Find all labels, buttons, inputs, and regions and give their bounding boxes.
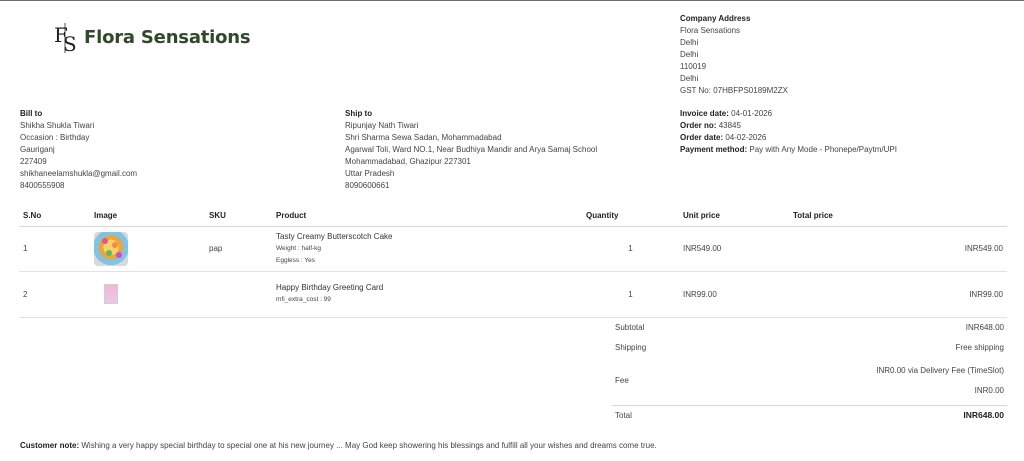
bill-to-email: shikhaneelamshukla@gmail.com [20,169,138,178]
total-row: Total INR648.00 [612,404,1007,425]
shipping-label: Shipping [615,342,647,352]
order-items-table: S.No Image SKU Product Quantity Unit pri… [19,205,1007,318]
shipping-value: Free shipping [955,342,1004,352]
row-quantity: 1 [582,271,679,318]
gst-value: 07HBFPS0189M2ZX [713,86,788,95]
ship-to-line: Agarwal Toli, Ward NO.1, Near Budhiya Ma… [345,145,598,154]
ship-to: Ship to Ripunjay Nath Tiwari Shri Sharma… [345,108,597,192]
company-line: Delhi [680,74,699,83]
row-image-cell [90,226,205,272]
order-number: Order no: 43845 [680,120,897,132]
fee-label: Fee [615,376,629,386]
header-product: Product [272,205,582,227]
product-meta: mfi_extra_cost : 99 [276,296,331,303]
total-label: Total [612,404,698,425]
row-product: Happy Birthday Greeting Card mfi_extra_c… [272,271,582,318]
table-row: 2 Happy Birthday Greeting Card mfi_extra… [19,271,1007,318]
gst-number: GST No: 07HBFPS0189M2ZX [680,85,788,97]
ship-to-line: Ripunjay Nath Tiwari [345,121,419,130]
row-sno: 1 [19,226,90,272]
header-unit-price: Unit price [679,205,789,227]
company-line: Flora Sensations [680,26,741,35]
shipping-row: Shipping Free shipping [612,337,1007,357]
ship-to-line: Uttar Pradesh [345,169,395,178]
total-value: INR648.00 [697,404,1007,425]
header-sku: SKU [205,205,272,227]
bill-to-phone: 8400555908 [20,181,65,190]
product-name: Happy Birthday Greeting Card [276,283,384,292]
company-line: Delhi [680,38,699,47]
order-date-value: 04-02-2026 [725,133,767,142]
row-product: Tasty Creamy Butterscotch Cake Weight : … [272,226,582,272]
invoice-date: Invoice date: 04-01-2026 [680,108,897,120]
bill-to-line: Shikha Shukla Tiwari [20,121,95,130]
customer-note-text: Wishing a very happy special birthday to… [81,441,657,450]
product-meta: Eggless : Yes [276,256,316,264]
ship-to-line: Shri Sharma Sewa Sadan, Mohammadabad [345,133,502,142]
header-total-price: Total price [789,205,1007,227]
bill-to-heading: Bill to [20,109,43,118]
row-sno: 2 [19,271,90,318]
subtotal-row: Subtotal INR648.00 [612,317,1007,337]
row-quantity: 1 [582,226,679,272]
table-row: 1 pap Tasty Creamy Butterscotch Cake Wei… [19,226,1007,272]
invoice-date-label: Invoice date: [680,109,729,118]
customer-note-label: Customer note: [20,441,80,450]
subtotal-value: INR648.00 [965,322,1004,332]
order-number-label: Order no: [680,121,717,130]
top-border [0,0,1024,1]
invoice-details: Invoice date: 04-01-2026 Order no: 43845… [680,108,897,156]
fee-value: INR0.00 via Delivery Fee (TimeSlot) INR0… [698,357,1007,405]
order-number-value: 43845 [718,121,741,130]
gst-label: GST No: [680,86,711,95]
header-sno: S.No [19,205,90,227]
order-totals: Subtotal INR648.00 Shipping Free shippin… [612,317,1007,425]
brand-name: Flora Sensations [84,26,251,48]
company-line: 110019 [680,62,707,71]
order-date: Order date: 04-02-2026 [680,132,897,144]
row-total-price: INR99.00 [789,271,1007,318]
header-image: Image [90,205,205,227]
row-image-cell [90,271,205,318]
row-total-price: INR549.00 [789,226,1007,272]
ship-to-line: Mohammadabad, Ghazipur 227301 [345,157,471,166]
bill-to: Bill to Shikha Shukla Tiwari Occasion : … [20,108,137,192]
invoice-date-value: 04-01-2026 [731,109,773,118]
greeting-card-image [104,284,118,304]
header-quantity: Quantity [582,205,679,227]
row-sku [205,271,272,318]
payment-method: Payment method: Pay with Any Mode - Phon… [680,144,897,156]
company-line: Delhi [680,50,699,59]
cake-image [94,231,128,266]
table-header-row: S.No Image SKU Product Quantity Unit pri… [19,205,1007,227]
customer-note: Customer note: Wishing a very happy spec… [20,441,657,450]
product-meta: Weight : half-kg [276,244,322,252]
bill-to-line: Occasion : Birthday [20,133,90,142]
product-name: Tasty Creamy Butterscotch Cake [276,231,393,241]
brand-logo: F S Flora Sensations [52,20,251,54]
fee-amount: INR0.00 [974,385,1004,395]
bill-to-line: 227409 [20,157,47,166]
order-date-label: Order date: [680,133,724,142]
subtotal-label: Subtotal [615,322,645,332]
fs-monogram-icon: F S [54,23,77,54]
row-unit-price: INR99.00 [679,271,789,318]
payment-method-label: Payment method: [680,145,748,154]
row-unit-price: INR549.00 [679,226,789,272]
company-heading: Company Address [680,14,751,23]
bill-to-line: Gauriganj [20,145,55,154]
ship-to-heading: Ship to [345,109,373,118]
fee-row: Fee INR0.00 via Delivery Fee (TimeSlot) … [612,357,1007,405]
row-sku: pap [205,226,272,272]
payment-method-value: Pay with Any Mode - Phonepe/Paytm/UPI [749,145,897,154]
ship-to-phone: 8090600661 [345,181,390,190]
fee-description: INR0.00 via Delivery Fee (TimeSlot) [876,365,1004,375]
company-address: Company Address Flora Sensations Delhi D… [680,13,788,97]
